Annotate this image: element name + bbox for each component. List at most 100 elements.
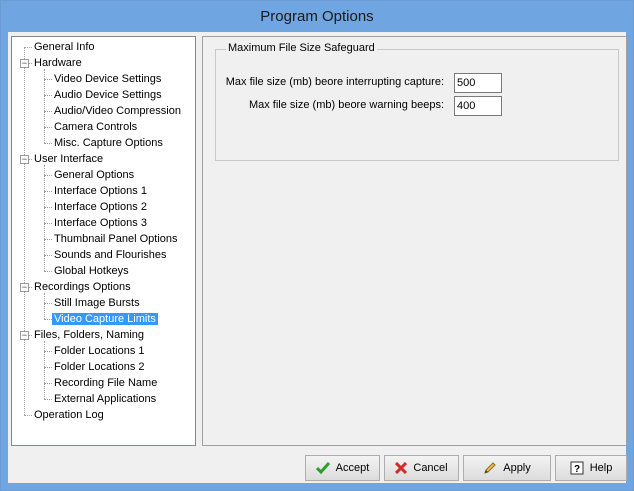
- window-title: Program Options: [260, 8, 374, 25]
- warning-size-row: Max file size (mb) beore warning beeps:: [216, 96, 620, 116]
- window-frame-left: [1, 32, 8, 490]
- tree-item-label: Operation Log: [34, 409, 104, 421]
- interrupt-size-input[interactable]: [454, 73, 502, 93]
- tree-item[interactable]: General Options: [52, 167, 136, 183]
- tree-connector: [44, 95, 52, 96]
- tree-item[interactable]: Recording File Name: [52, 375, 159, 391]
- apply-button[interactable]: Apply: [463, 455, 551, 481]
- collapse-icon[interactable]: −: [20, 331, 29, 340]
- tree-item-label: Recording File Name: [54, 377, 158, 389]
- tree-item-label: Global Hotkeys: [54, 265, 129, 277]
- max-file-size-groupbox: Maximum File Size Safeguard Max file siz…: [215, 42, 620, 161]
- tree-item-label: Video Device Settings: [54, 73, 162, 85]
- tree-connector: [44, 111, 52, 112]
- tree-item-label: Sounds and Flourishes: [54, 249, 167, 261]
- warning-size-input[interactable]: [454, 96, 502, 116]
- tree-item[interactable]: Operation Log: [32, 407, 106, 423]
- tree-item-label: Audio/Video Compression: [54, 105, 181, 117]
- options-tree[interactable]: General Info Hardware − Video Device Settin…: [11, 36, 196, 446]
- collapse-icon[interactable]: −: [20, 283, 29, 292]
- tree-item-label: Recordings Options: [34, 281, 131, 293]
- tree-connector: [44, 239, 52, 240]
- groupbox-title: Maximum File Size Safeguard: [226, 42, 377, 54]
- tree-item-label: Files, Folders, Naming: [34, 329, 145, 341]
- svg-text:?: ?: [574, 464, 580, 475]
- tree-item-label: Interface Options 3: [54, 217, 147, 229]
- cross-icon: [395, 462, 408, 474]
- interrupt-size-label: Max file size (mb) beore interrupting ca…: [225, 76, 444, 88]
- tree-connector: [44, 255, 52, 256]
- tree-item[interactable]: Sounds and Flourishes: [52, 247, 169, 263]
- tree-item-label: Interface Options 2: [54, 201, 147, 213]
- tree-item[interactable]: External Applications: [52, 391, 158, 407]
- tree-item-label: Folder Locations 1: [54, 345, 145, 357]
- tree-item-label: Folder Locations 2: [54, 361, 145, 373]
- help-icon: ?: [570, 461, 584, 475]
- tree-item[interactable]: Hardware: [32, 55, 84, 71]
- tree-connector: [44, 303, 52, 304]
- tree-item-label: Misc. Capture Options: [54, 137, 163, 149]
- tree-connector: [24, 415, 32, 416]
- tree-connector: [44, 271, 52, 272]
- tree-item[interactable]: Camera Controls: [52, 119, 139, 135]
- tree-item[interactable]: General Info: [32, 39, 97, 55]
- help-button[interactable]: ? Help: [555, 455, 627, 481]
- tree-item-label: User Interface: [34, 153, 104, 165]
- cancel-label: Cancel: [413, 462, 448, 474]
- tree-item-label: Camera Controls: [54, 121, 138, 133]
- tree-item[interactable]: Interface Options 3: [52, 215, 149, 231]
- tree-item[interactable]: Interface Options 1: [52, 183, 149, 199]
- tree-connector: [44, 127, 52, 128]
- tree-branch-connector: [44, 69, 45, 143]
- tree-item[interactable]: Files, Folders, Naming: [32, 327, 146, 343]
- title-bar: Program Options: [1, 1, 633, 32]
- tree-item[interactable]: Audio Device Settings: [52, 87, 164, 103]
- tree-item[interactable]: Misc. Capture Options: [52, 135, 165, 151]
- tree-item-label: General Info: [34, 41, 95, 53]
- tree-connector: [44, 319, 52, 320]
- tree-connector: [44, 399, 52, 400]
- tree-item-label: Hardware: [34, 57, 82, 69]
- tree-item[interactable]: Interface Options 2: [52, 199, 149, 215]
- pencil-icon: [484, 462, 496, 474]
- program-options-window: Program Options General Info Hardware − Vid…: [0, 0, 634, 491]
- interrupt-size-row: Max file size (mb) beore interrupting ca…: [216, 73, 620, 93]
- window-frame-right: [626, 32, 633, 490]
- tree-connector: [44, 351, 52, 352]
- tree-item[interactable]: Video Device Settings: [52, 71, 163, 87]
- tree-connector: [44, 175, 52, 176]
- tree-item[interactable]: Video Capture Limits: [51, 311, 159, 327]
- tree-branch-connector: [44, 165, 45, 271]
- tree-item-label: Video Capture Limits: [51, 312, 159, 326]
- help-label: Help: [589, 462, 613, 474]
- tree-item-label: Audio Device Settings: [54, 89, 162, 101]
- collapse-icon[interactable]: −: [20, 59, 29, 68]
- tree-connector: [44, 191, 52, 192]
- tree-item[interactable]: Still Image Bursts: [52, 295, 142, 311]
- tree-item[interactable]: Folder Locations 2: [52, 359, 147, 375]
- tree-connector: [44, 207, 52, 208]
- tree-root-connector: [24, 47, 25, 415]
- tree-item-label: External Applications: [54, 393, 157, 405]
- tree-connector: [44, 383, 52, 384]
- tree-branch-connector: [44, 341, 45, 399]
- window-frame-bottom: [1, 483, 633, 490]
- collapse-icon[interactable]: −: [20, 155, 29, 164]
- tree-item-label: Interface Options 1: [54, 185, 147, 197]
- warning-size-label: Max file size (mb) beore warning beeps:: [248, 99, 444, 111]
- tree-item[interactable]: User Interface: [32, 151, 105, 167]
- accept-button[interactable]: Accept: [305, 455, 380, 481]
- tree-item[interactable]: Recordings Options: [32, 279, 133, 295]
- tree-item[interactable]: Folder Locations 1: [52, 343, 147, 359]
- tree-connector: [44, 143, 52, 144]
- tree-item[interactable]: Thumbnail Panel Options: [52, 231, 180, 247]
- tree-connector: [44, 367, 52, 368]
- tree-item[interactable]: Audio/Video Compression: [52, 103, 183, 119]
- tree-item[interactable]: Global Hotkeys: [52, 263, 131, 279]
- tree-item-label: General Options: [54, 169, 135, 181]
- tree-connector: [44, 223, 52, 224]
- tree-connector: [44, 79, 52, 80]
- tree-item-label: Thumbnail Panel Options: [54, 233, 178, 245]
- cancel-button[interactable]: Cancel: [384, 455, 459, 481]
- accept-label: Accept: [335, 462, 370, 474]
